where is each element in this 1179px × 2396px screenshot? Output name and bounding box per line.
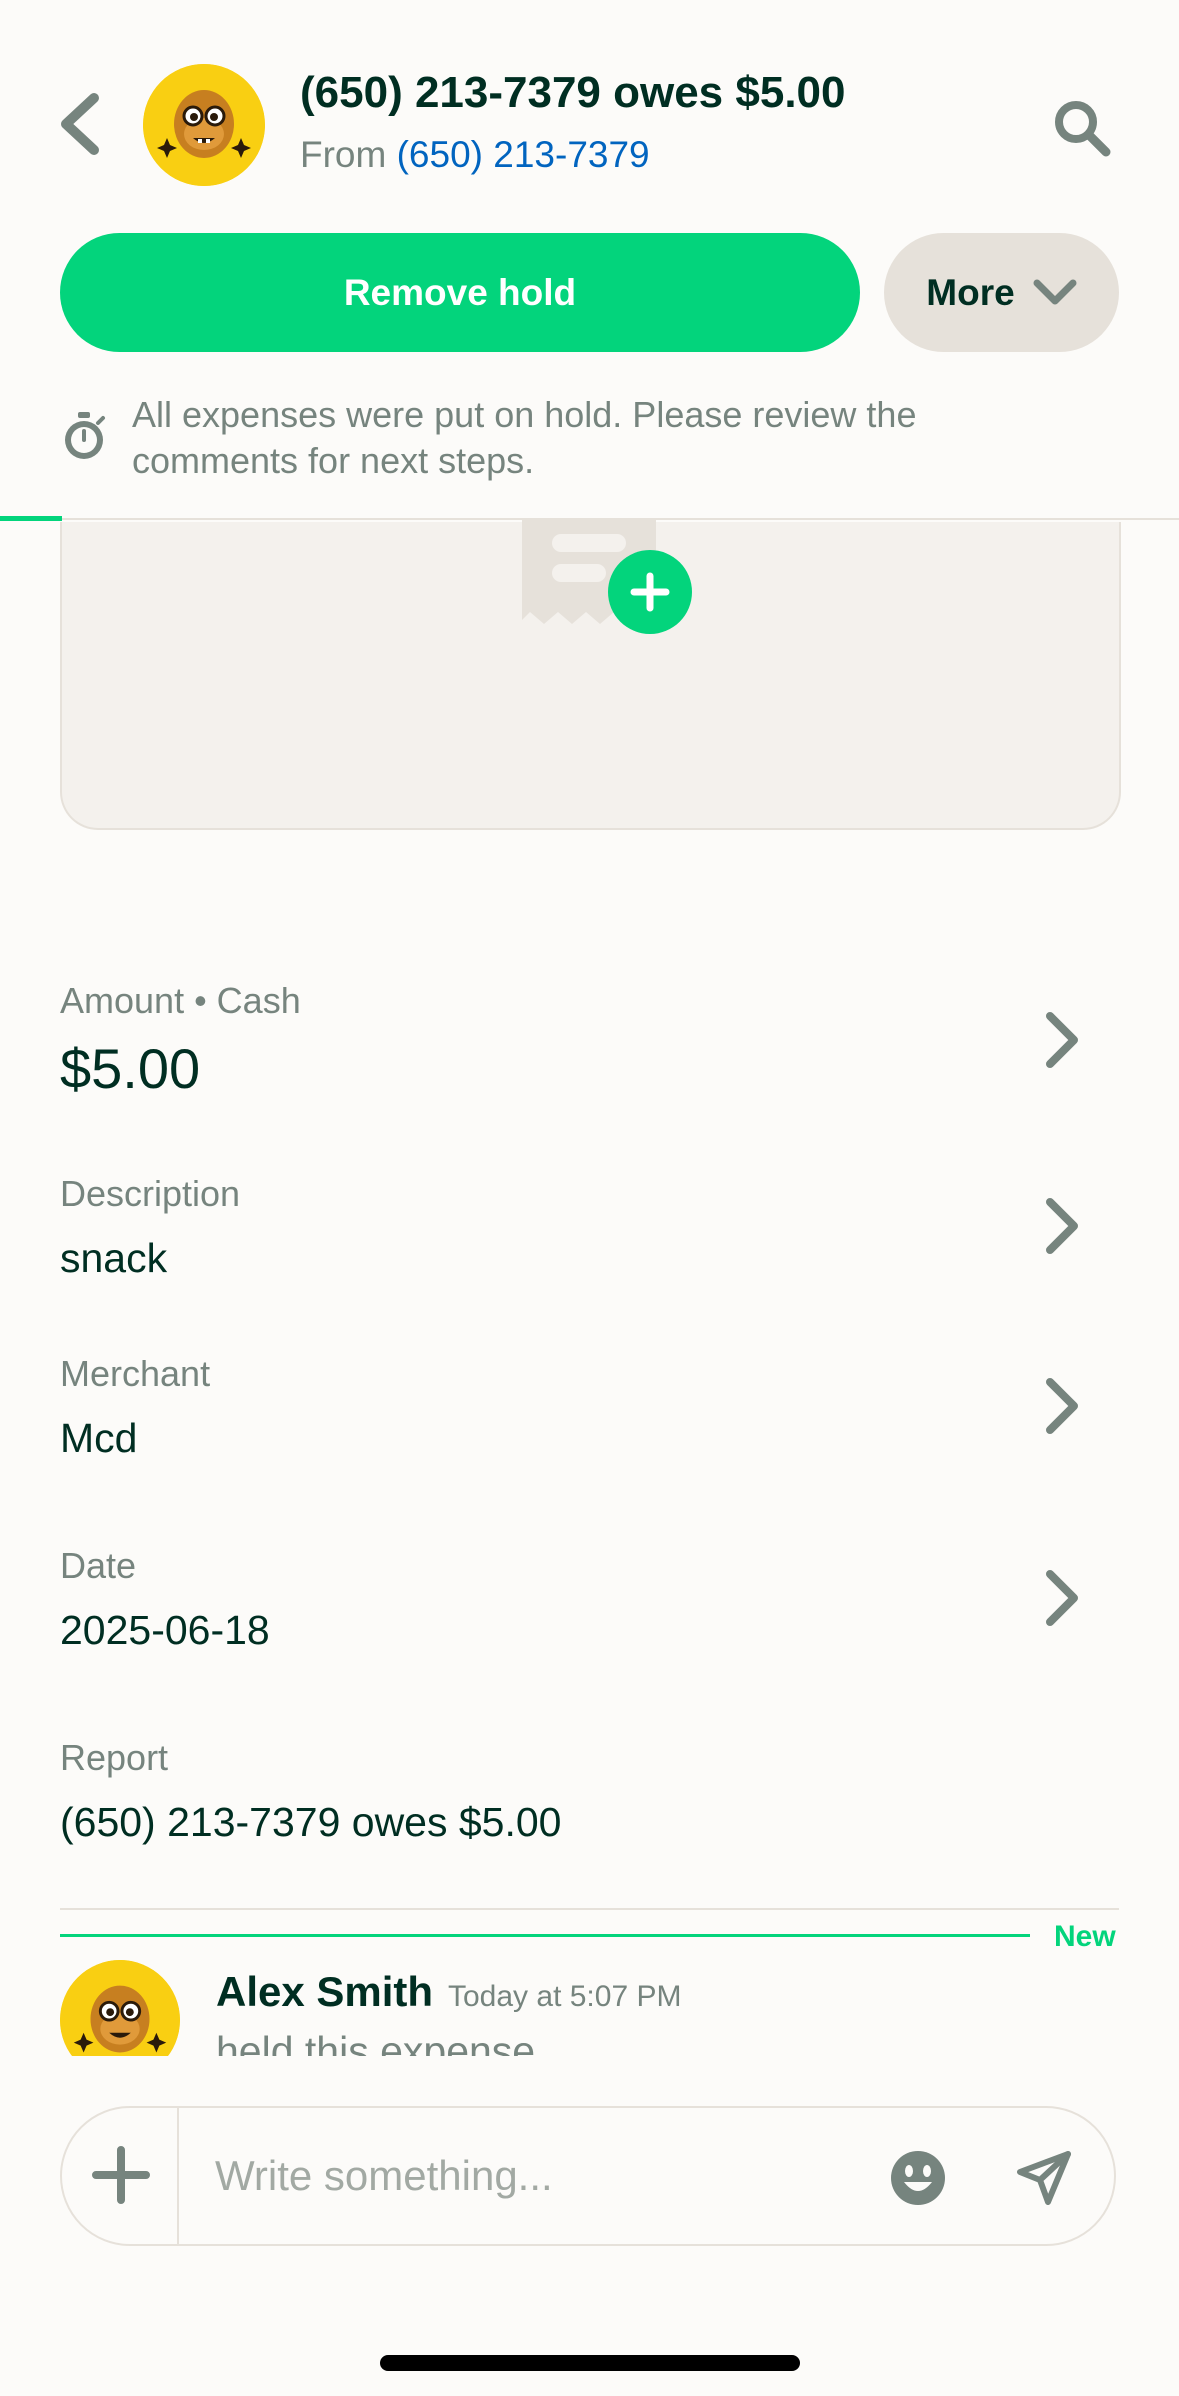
remove-hold-button[interactable]: Remove hold [60,233,860,352]
date-value: 2025-06-18 [60,1607,270,1653]
report-subtitle: From (650) 213-7379 [300,134,650,176]
plus-icon [630,572,670,612]
new-messages-line [60,1934,1030,1937]
amount-label: Amount • Cash [60,980,301,1021]
description-label: Description [60,1173,241,1214]
emoji-icon [891,2151,945,2205]
message-input[interactable]: Write something... [215,2152,553,2200]
send-button[interactable] [1016,2150,1072,2206]
more-label: More [926,271,1015,313]
stopwatch-icon [60,410,108,462]
send-icon [1017,2151,1071,2205]
merchant-value: Mcd [60,1415,138,1461]
date-label: Date [60,1545,137,1586]
add-receipt-button[interactable] [608,550,692,634]
search-button[interactable] [1050,96,1114,160]
description-value: snack [60,1235,168,1281]
message-author[interactable]: Alex Smith [216,1968,433,2016]
monkey-avatar-icon [143,64,265,186]
add-attachment-button[interactable] [92,2146,150,2204]
amount-value: $5.00 [60,1037,201,1100]
search-icon [1055,101,1111,157]
plus-icon [92,2146,150,2204]
remove-hold-label: Remove hold [343,271,577,313]
hold-banner-text: All expenses were put on hold. Please re… [132,394,917,481]
scroll-progress-indicator [0,516,62,521]
home-indicator [380,2355,800,2371]
emoji-button[interactable] [890,2150,946,2206]
message-timestamp: Today at 5:07 PM [448,1980,682,2013]
avatar[interactable] [143,64,265,186]
back-button[interactable] [54,92,114,156]
merchant-label: Merchant [60,1353,211,1394]
chevron-right-icon [1042,1010,1082,1070]
section-divider [60,1908,1119,1910]
composer-separator [177,2108,179,2246]
chevron-right-icon [1042,1376,1082,1436]
from-link[interactable]: (650) 213-7379 [397,134,650,175]
chevron-right-icon [1042,1196,1082,1256]
back-arrow-icon [61,93,99,155]
report-value: (650) 213-7379 owes $5.00 [60,1799,562,1845]
more-button[interactable]: More [884,233,1119,352]
new-messages-label: New [1054,1920,1116,1953]
chevron-down-icon [1033,279,1077,304]
page-title: (650) 213-7379 owes $5.00 [300,68,846,117]
chevron-right-icon [1042,1568,1082,1628]
from-label: From [300,134,387,175]
report-label: Report [60,1737,169,1778]
